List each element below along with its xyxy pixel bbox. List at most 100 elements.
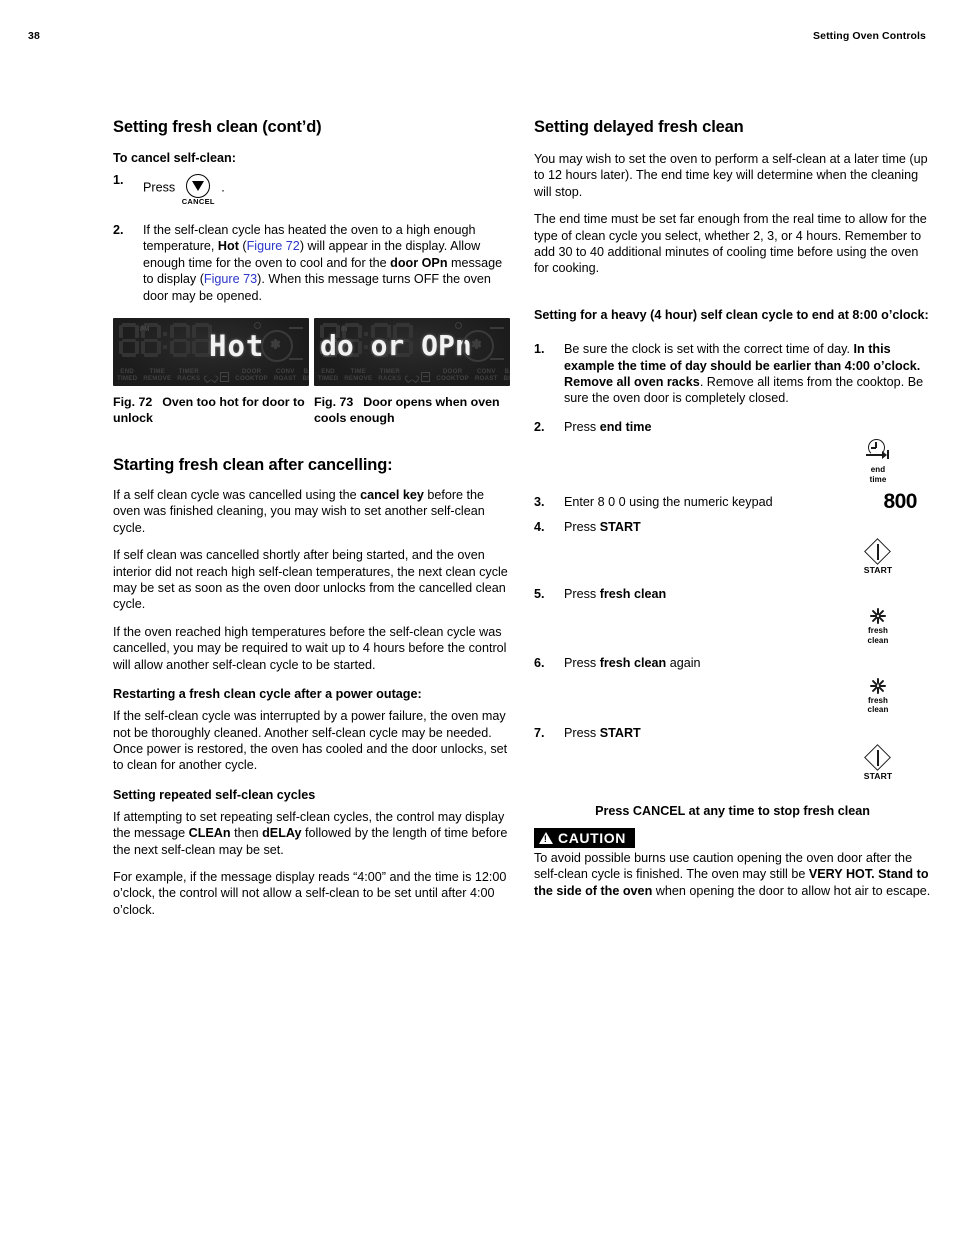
para-example: For example, if the message display read…: [113, 869, 507, 917]
delay-message-term: dELAy: [262, 826, 302, 841]
step-4: 4. Press START START: [534, 519, 931, 576]
step-text: Press START: [564, 725, 931, 741]
caution-part-b: when opening the door to allow hot air t…: [652, 883, 931, 898]
para-starting-3: If the oven reached high temperatures be…: [113, 624, 507, 672]
segment-digit: [170, 323, 190, 358]
caution-badge: CAUTION: [534, 827, 635, 848]
para-delayed-2: The end time must be set far enough from…: [534, 212, 927, 276]
indicator-symbols: [407, 372, 431, 383]
step-part-a: Press: [564, 586, 600, 601]
indicator-bake-broil: BAKEBROIL: [302, 367, 309, 383]
figure-73: IN do or OPn END TIMED TIME REMOVE TIMER…: [314, 318, 510, 426]
step-part-a: Press: [564, 725, 600, 740]
subhead-restarting-after-outage: Restarting a fresh clean cycle after a p…: [113, 687, 422, 702]
indicator-door-cooktop: DOOR COOKTOP: [436, 367, 469, 383]
subhead-to-cancel-self-clean: To cancel self-clean:: [113, 151, 236, 165]
subhead-repeated-cycles: Setting repeated self-clean cycles: [113, 787, 316, 802]
right-section-title: Setting delayed fresh clean: [534, 118, 744, 136]
step-number: 2.: [113, 223, 124, 237]
step-7: 7. Press START START: [534, 725, 931, 782]
para-delayed-1: You may wish to set the oven to perform …: [534, 152, 928, 199]
step-1: 1. Be sure the clock is set with the cor…: [534, 341, 931, 407]
fresh-clean-starburst-icon: [867, 676, 889, 696]
step-emphasis: fresh clean: [599, 586, 667, 601]
indicator-timer-racks: TIMER RACKS: [177, 367, 201, 383]
start-key-illustration: START: [841, 744, 915, 782]
cancel-icon: [186, 174, 211, 198]
start-key-illustration: START: [841, 538, 915, 576]
oven-icon: [421, 372, 431, 383]
delayed-clean-steps: 1. Be sure the clock is set with the cor…: [534, 341, 931, 782]
step2-door-term: door OPn: [390, 255, 448, 270]
press-cancel-note: Press CANCEL at any time to stop fresh c…: [595, 803, 870, 818]
step-text: Enter 8 0 0 using the numeric keypad: [564, 495, 773, 510]
key-label-line2: time: [869, 474, 887, 484]
key-label-line2: clean: [867, 705, 889, 715]
indicator-end-timed: END TIMED: [318, 367, 339, 383]
indicator-conv-roast: CONV ROAST: [474, 367, 498, 383]
para-repeated: If attempting to set repeating self-clea…: [113, 809, 510, 858]
figure-number: Fig. 73: [314, 395, 354, 410]
figure-72-link[interactable]: Figure 72: [247, 239, 300, 253]
subhead-starting-fresh-clean: Starting fresh clean after cancelling:: [113, 456, 393, 475]
figure-73-link[interactable]: Figure 73: [204, 272, 257, 286]
indicator-end-timed: END TIMED: [117, 367, 138, 383]
para-restarting: If the self-clean cycle was interrupted …: [113, 709, 508, 773]
keypad-entry-value: 800: [883, 490, 917, 514]
indicator-door-cooktop: DOOR COOKTOP: [235, 367, 268, 383]
figure-caption: Fig. 72 Oven too hot for door to unlock: [113, 394, 309, 426]
heart-icon: [407, 373, 417, 382]
step-text: Press fresh clean again: [564, 655, 931, 671]
figure-number: Fig. 72: [113, 395, 153, 410]
indicator-timer-racks: TIMER RACKS: [378, 367, 402, 383]
step-2: 2. Press end time end time: [534, 419, 931, 485]
key-label-line1: START: [863, 565, 893, 576]
figure-group: PM Hot END TIMED TIME REMOVE TIMER RACKS…: [113, 318, 510, 426]
display-indicator-strip: END TIMED TIME REMOVE TIMER RACKS DOOR COOKT…: [117, 367, 309, 383]
step-emphasis: end time: [599, 419, 652, 434]
left-section-title: Setting fresh clean (cont’d): [113, 118, 322, 136]
key-label-line1: START: [863, 771, 893, 782]
step-text-label: Press: [143, 180, 176, 195]
cancel-key-illustration: CANCEL: [182, 174, 215, 206]
indicator-symbols: [206, 372, 230, 383]
oven-display-panel: IN do or OPn END TIMED TIME REMOVE TIMER…: [314, 318, 510, 387]
indicator-bake-broil: BAKEBROIL: [503, 367, 510, 383]
fresh-clean-starburst-icon: [867, 606, 889, 626]
cancel-step-2: 2. If the self-clean cycle has heated th…: [113, 222, 510, 304]
step-number: 1.: [534, 342, 545, 357]
step-number: 6.: [534, 656, 545, 671]
para-starting-2: If self clean was cancelled shortly afte…: [113, 548, 508, 612]
step-part-a: Press: [564, 419, 600, 434]
start-icon: [864, 744, 891, 772]
caution-text: To avoid possible burns use caution open…: [534, 850, 931, 899]
step-part-a: Be sure the clock is set with the correc…: [564, 342, 854, 357]
oven-icon: [220, 372, 230, 383]
indicator-time-remove: TIME REMOVE: [143, 367, 172, 383]
clean-message-term: CLEAn: [188, 826, 231, 841]
display-indicator-strip: END TIMED TIME REMOVE TIMER RACKS DOOR COOKT…: [318, 367, 510, 383]
indicator-conv-roast: CONV ROAST: [273, 367, 297, 383]
step-text: Press end time: [564, 419, 931, 435]
step-period: .: [221, 180, 225, 195]
clock-colon: [163, 323, 168, 357]
step-emphasis: START: [599, 519, 641, 534]
step2-part-b: (: [238, 239, 247, 254]
cancel-step-1: 1. Press CANCEL .: [113, 172, 510, 206]
step2-hot-term: Hot: [217, 239, 239, 254]
key-label-line1: fresh: [867, 695, 889, 705]
ampm-indicator: PM: [140, 327, 150, 334]
page-header: 38 Setting Oven Controls: [28, 30, 926, 42]
figure-72: PM Hot END TIMED TIME REMOVE TIMER RACKS…: [113, 318, 309, 426]
step-part-a: Press: [564, 519, 600, 534]
step-text: Be sure the clock is set with the correc…: [564, 341, 931, 407]
para-part-a: If a self clean cycle was cancelled usin…: [113, 488, 361, 503]
step-text: Press fresh clean: [564, 586, 931, 602]
two-column-body: Setting fresh clean (cont’d) To cancel s…: [113, 118, 931, 929]
step-number: 3.: [534, 495, 545, 510]
running-title: Setting Oven Controls: [813, 30, 926, 42]
convection-fan-icon: [257, 324, 303, 364]
step-text: Press START: [564, 519, 931, 535]
end-time-icon: [863, 439, 893, 465]
step-emphasis: START: [599, 725, 641, 740]
